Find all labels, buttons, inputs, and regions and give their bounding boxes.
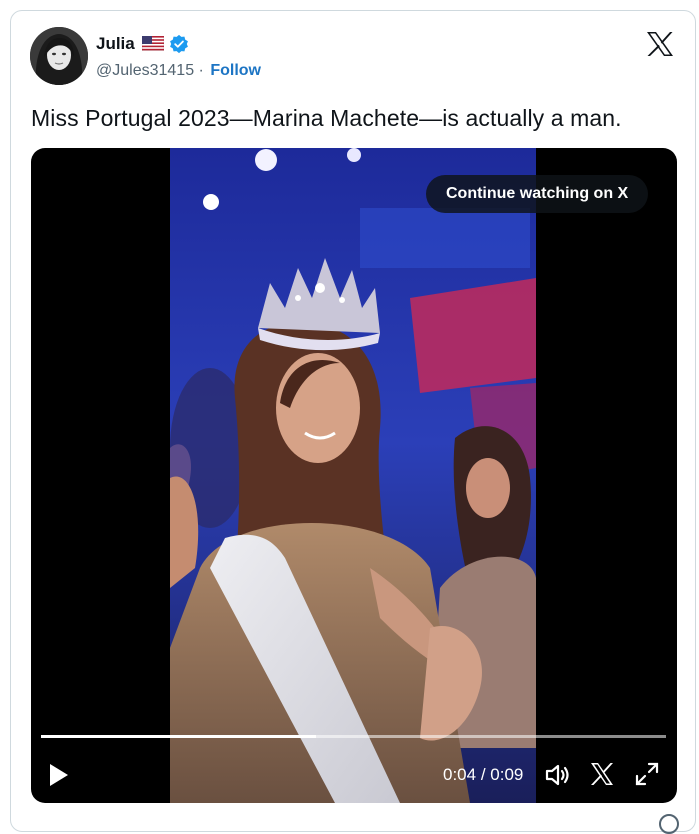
time-separator: / bbox=[480, 765, 486, 784]
tweet-text: Miss Portugal 2023—Marina Machete—is act… bbox=[31, 105, 622, 131]
fullscreen-icon[interactable] bbox=[634, 761, 660, 787]
current-time: 0:04 bbox=[443, 765, 477, 784]
time-display: 0:04 / 0:09 bbox=[443, 765, 523, 785]
progress-bar[interactable] bbox=[41, 735, 666, 738]
video-frame[interactable] bbox=[170, 148, 536, 803]
tweet-card: Julia @Jules31415 · Follow Miss Portugal… bbox=[10, 10, 696, 834]
user-handle[interactable]: @Jules31415 bbox=[96, 62, 194, 79]
handle-row: @Jules31415 · Follow bbox=[96, 62, 261, 80]
avatar[interactable] bbox=[30, 27, 88, 85]
progress-fill bbox=[41, 735, 316, 738]
volume-icon[interactable] bbox=[544, 761, 572, 789]
us-flag-icon bbox=[142, 36, 164, 51]
info-icon[interactable] bbox=[659, 814, 679, 834]
video-player[interactable]: Continue watching on X 0:04 / 0:09 bbox=[31, 148, 677, 803]
user-name[interactable]: Julia bbox=[96, 34, 135, 54]
duration: 0:09 bbox=[490, 765, 524, 784]
play-icon[interactable] bbox=[48, 763, 70, 787]
x-logo-icon[interactable] bbox=[589, 761, 615, 787]
verified-badge-icon[interactable] bbox=[169, 34, 189, 54]
separator: · bbox=[198, 62, 204, 79]
follow-button[interactable]: Follow bbox=[210, 62, 261, 79]
x-logo-icon[interactable] bbox=[646, 31, 674, 57]
continue-watching-button[interactable]: Continue watching on X bbox=[426, 175, 649, 213]
